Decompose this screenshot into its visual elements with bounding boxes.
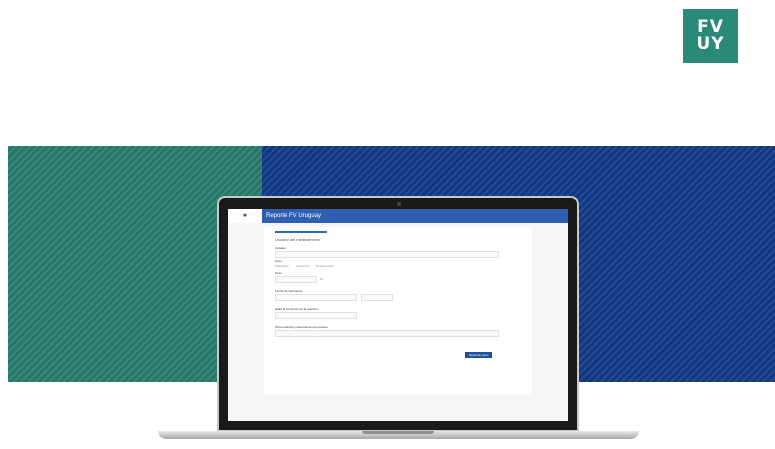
sex-option-female[interactable]: Femenino xyxy=(296,264,309,268)
field-label-preexisting: Otra condición preexistente que tuviese xyxy=(275,325,328,329)
field-label-age: Edad al comienzo de la reacción xyxy=(275,307,319,311)
field-label-weight: Peso xyxy=(275,271,282,275)
preexisting-select[interactable] xyxy=(275,330,499,337)
birthdate-input[interactable] xyxy=(275,294,357,301)
age-select[interactable] xyxy=(275,312,357,319)
form-title: Usuario del medicamento xyxy=(275,237,321,242)
field-label-birthdate: Fecha de nacimiento xyxy=(275,289,303,293)
app-title: Reporte FV Uruguay xyxy=(262,209,568,223)
sex-option-male[interactable]: Masculino xyxy=(275,264,289,268)
progress-bar xyxy=(275,231,327,233)
weight-input[interactable] xyxy=(275,276,317,283)
laptop-notch xyxy=(362,431,434,434)
weight-unit: kg xyxy=(320,277,324,281)
laptop: ✱ Reporte FV Uruguay Usuario del medicam… xyxy=(217,196,579,432)
initials-input[interactable] xyxy=(275,251,499,258)
laptop-base xyxy=(158,431,639,439)
sex-option-unknown[interactable]: Desconocido xyxy=(316,264,333,268)
app-header: ✱ Reporte FV Uruguay xyxy=(228,209,568,223)
camera-icon xyxy=(397,202,401,206)
field-label-sex: Sexo xyxy=(275,259,282,263)
report-form: Usuario del medicamento Iniciales Sexo M… xyxy=(264,227,532,395)
logo-line-2: UY xyxy=(696,34,725,54)
field-label-initials: Iniciales xyxy=(275,246,286,250)
app-logo-icon: ✱ xyxy=(228,209,262,223)
fvuy-logo: FV UY xyxy=(683,9,738,63)
laptop-screen: ✱ Reporte FV Uruguay Usuario del medicam… xyxy=(228,209,568,421)
next-step-button[interactable]: Siguiente paso xyxy=(465,352,492,358)
birthdate-secondary-input[interactable] xyxy=(361,294,393,301)
